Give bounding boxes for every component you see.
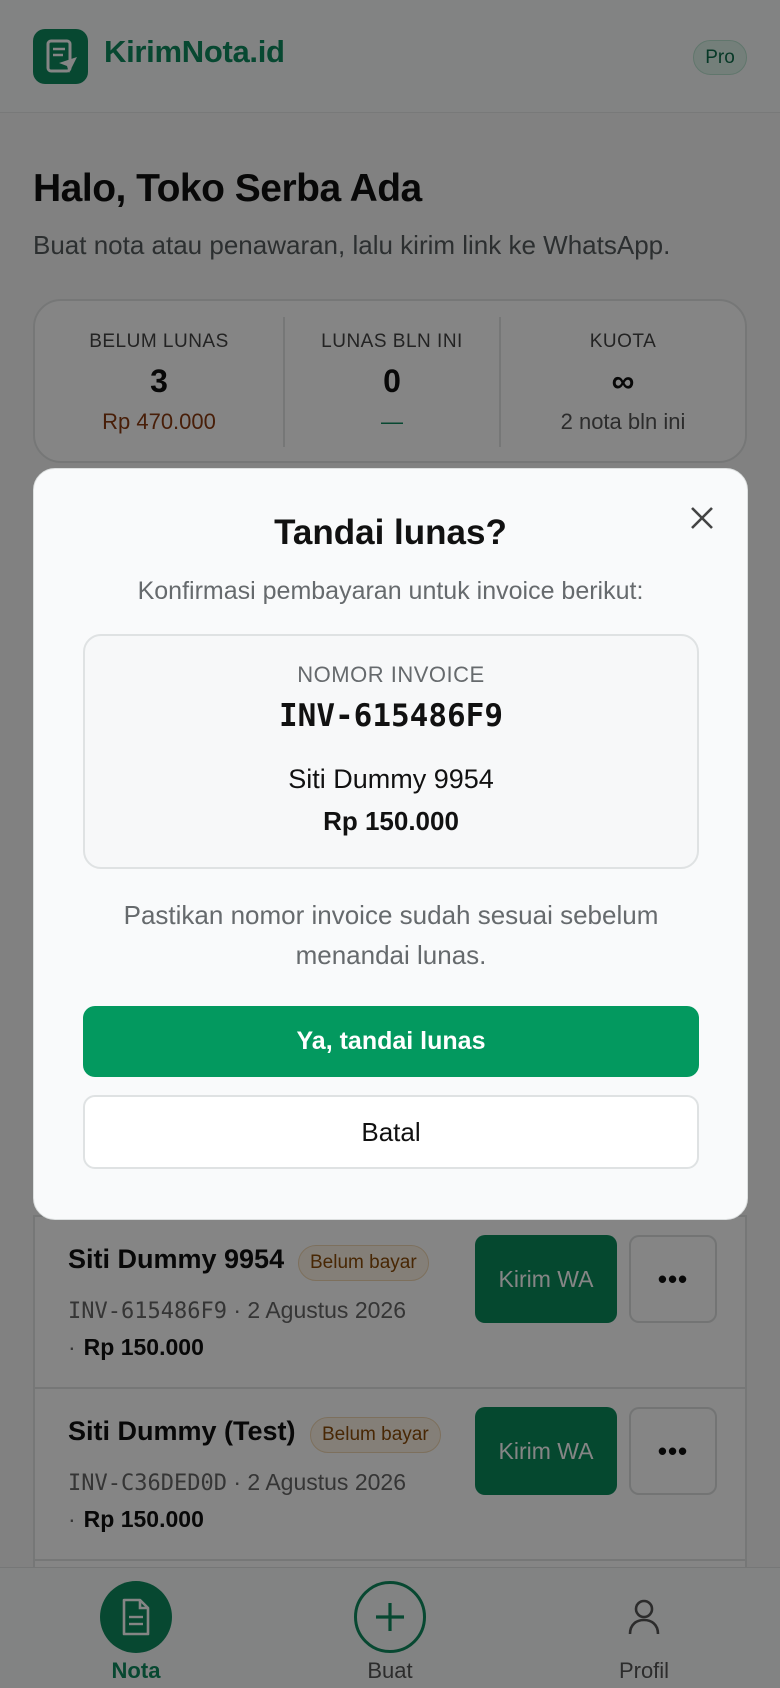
invoice-summary: NOMOR INVOICE INV-615486F9 Siti Dummy 99… xyxy=(83,634,699,869)
cancel-button[interactable]: Batal xyxy=(83,1095,699,1169)
invoice-number-label: NOMOR INVOICE xyxy=(297,662,485,687)
dialog-subtitle: Konfirmasi pembayaran untuk invoice beri… xyxy=(137,577,644,605)
dialog-title: Tandai lunas? xyxy=(274,513,507,552)
invoice-number: INV-615486F9 xyxy=(279,698,503,734)
dialog-note: Pastikan nomor invoice sudah sesuai sebe… xyxy=(123,900,659,970)
confirm-paid-button[interactable]: Ya, tandai lunas xyxy=(83,1006,699,1077)
mark-paid-dialog: Tandai lunas? Konfirmasi pembayaran untu… xyxy=(33,468,748,1220)
invoice-customer: Siti Dummy 9954 xyxy=(288,764,494,794)
invoice-amount: Rp 150.000 xyxy=(323,806,459,836)
